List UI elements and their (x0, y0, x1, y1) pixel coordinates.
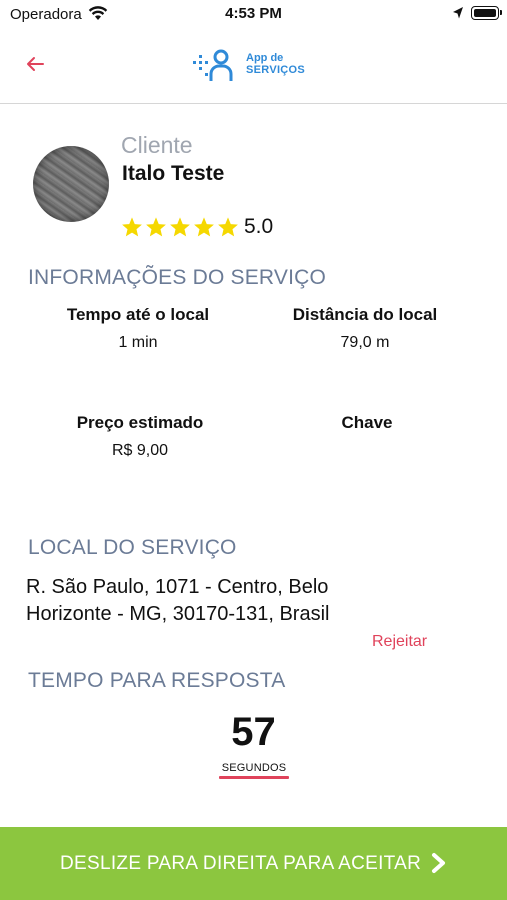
price-value: R$ 9,00 (111, 442, 169, 459)
app-logo: App de SERVIÇOS (193, 48, 323, 84)
time-value: 1 min (118, 334, 158, 351)
distance-label: Distância do local (292, 305, 438, 324)
status-bar: Operadora 4:53 PM (0, 0, 507, 28)
time-label: Tempo até o local (66, 305, 210, 324)
client-avatar (33, 146, 109, 222)
service-address: R. São Paulo, 1071 - Centro, Belo Horizo… (26, 576, 330, 625)
nav-bar: App de SERVIÇOS (0, 28, 507, 104)
key-label: Chave (341, 413, 393, 432)
location-heading: LOCAL DO SERVIÇO (28, 536, 237, 559)
star-icon (122, 217, 142, 237)
slide-to-accept[interactable]: DESLIZE PARA DIREITA PARA ACEITAR (0, 827, 507, 900)
info-distance: Distância do local 79,0 m (265, 305, 465, 352)
clock: 4:53 PM (225, 5, 282, 22)
info-time-to-location: Tempo até o local 1 min (38, 305, 238, 352)
client-rating: 5.0 (121, 212, 273, 242)
slide-to-accept-label: DESLIZE PARA DIREITA PARA ACEITAR (60, 853, 422, 874)
client-label: Cliente (121, 132, 193, 158)
app-logo-text: App de SERVIÇOS (246, 52, 305, 76)
battery-icon (471, 6, 502, 20)
star-icon (170, 217, 190, 237)
app-logo-icon (193, 49, 233, 81)
logo-line-1: App de (246, 52, 284, 64)
response-time-heading: TEMPO PARA RESPOSTA (28, 669, 286, 692)
star-icon (218, 217, 238, 237)
distance-value: 79,0 m (340, 334, 390, 351)
reject-button[interactable]: Rejeitar (372, 633, 427, 651)
client-name: Italo Teste (122, 162, 225, 185)
star-icon (194, 217, 214, 237)
countdown-underline (219, 776, 289, 779)
logo-line-2: SERVIÇOS (246, 64, 306, 76)
price-label: Preço estimado (76, 413, 204, 432)
star-icon (146, 217, 166, 237)
arrow-left-icon[interactable] (24, 52, 46, 76)
countdown-unit: SEGUNDOS (221, 762, 287, 774)
chevron-right-icon (432, 853, 445, 873)
countdown-seconds: 57 (231, 710, 276, 754)
info-key: Chave (267, 413, 467, 442)
rating-value: 5.0 (244, 215, 274, 238)
location-arrow-icon (453, 7, 463, 19)
service-info-heading: INFORMAÇÕES DO SERVIÇO (28, 266, 327, 289)
info-estimated-price: Preço estimado R$ 9,00 (40, 413, 240, 460)
